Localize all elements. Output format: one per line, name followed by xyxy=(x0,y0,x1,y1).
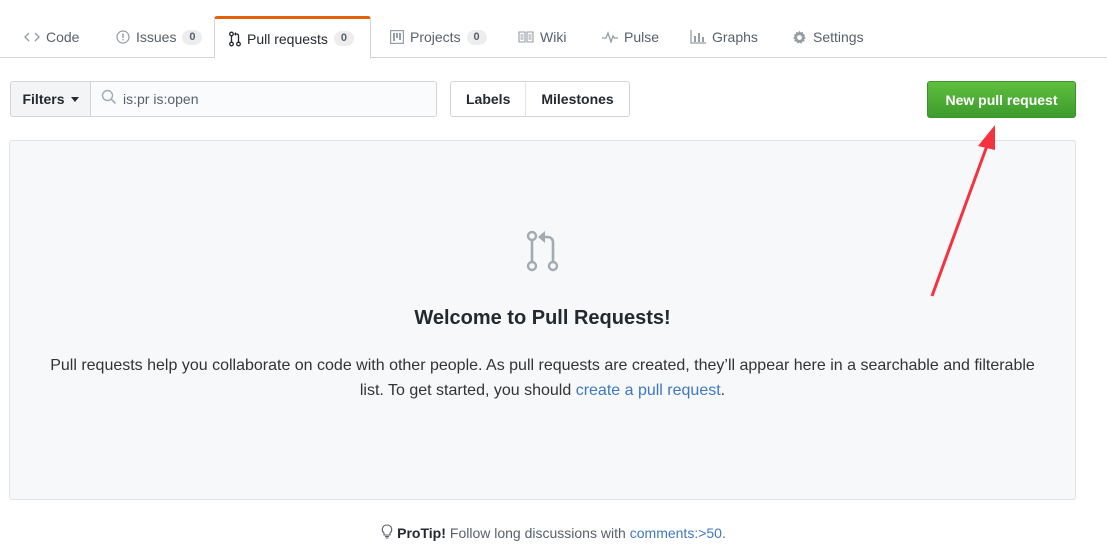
graph-icon xyxy=(690,30,706,44)
filters-label: Filters xyxy=(22,91,65,107)
milestones-button[interactable]: Milestones xyxy=(525,82,628,116)
lightbulb-icon xyxy=(381,524,393,542)
book-icon xyxy=(518,31,534,43)
chevron-down-icon xyxy=(70,96,79,102)
protip-link[interactable]: comments:>50 xyxy=(630,525,722,541)
project-icon xyxy=(390,30,404,44)
tab-pull-requests[interactable]: Pull requests 0 xyxy=(214,16,371,59)
protip-text: Follow long discussions with xyxy=(449,525,626,541)
protip-suffix: . xyxy=(721,525,726,541)
issues-count-badge: 0 xyxy=(182,29,203,45)
tab-projects[interactable]: Projects 0 xyxy=(376,16,501,58)
pull-requests-count-badge: 0 xyxy=(333,31,354,46)
protip-link-text: comments:>50 xyxy=(629,525,722,541)
filters-button[interactable]: Filters xyxy=(10,81,90,117)
tab-issues-label: Issues xyxy=(136,29,177,45)
tab-wiki[interactable]: Wiki xyxy=(504,16,580,58)
tab-settings-label: Settings xyxy=(813,29,864,45)
blankslate-text-end: . xyxy=(720,382,726,399)
tab-code[interactable]: Code xyxy=(10,16,93,58)
new-pull-request-button[interactable]: New pull request xyxy=(927,81,1076,118)
protip-label: ProTip! xyxy=(397,525,446,541)
blankslate-title: Welcome to Pull Requests! xyxy=(414,307,671,329)
code-icon xyxy=(24,31,40,43)
search-box xyxy=(90,81,437,117)
labels-milestones-group: Labels Milestones xyxy=(450,81,630,117)
search-input[interactable] xyxy=(123,91,423,107)
issue-icon xyxy=(116,30,130,44)
tab-graphs[interactable]: Graphs xyxy=(676,16,772,58)
blankslate: Welcome to Pull Requests! Pull requests … xyxy=(9,140,1076,500)
projects-count-badge: 0 xyxy=(466,29,487,45)
git-pull-request-icon xyxy=(229,31,241,47)
gear-icon xyxy=(792,30,807,45)
pulse-icon xyxy=(602,31,618,43)
repo-nav: Code Issues 0 Pull requests 0 Projects 0 xyxy=(0,0,1107,59)
tab-pulse[interactable]: Pulse xyxy=(588,16,673,58)
tab-pull-requests-label: Pull requests xyxy=(247,30,328,47)
blankslate-description: Pull requests help you collaborate on co… xyxy=(50,353,1035,403)
git-pull-request-large-icon xyxy=(525,229,561,273)
tab-wiki-label: Wiki xyxy=(540,29,567,45)
protip: ProTip! Follow long discussions with com… xyxy=(0,524,1107,542)
tab-code-label: Code xyxy=(46,29,80,45)
create-pull-request-link[interactable]: create a pull request xyxy=(576,382,721,399)
tab-projects-label: Projects xyxy=(410,29,461,45)
tab-pulse-label: Pulse xyxy=(624,29,660,45)
blankslate-text: Pull requests help you collaborate on co… xyxy=(50,357,1035,399)
tab-settings[interactable]: Settings xyxy=(778,16,878,58)
tab-issues[interactable]: Issues 0 xyxy=(102,16,216,58)
labels-button[interactable]: Labels xyxy=(451,82,525,116)
search-icon xyxy=(101,89,117,110)
tab-graphs-label: Graphs xyxy=(712,29,758,45)
